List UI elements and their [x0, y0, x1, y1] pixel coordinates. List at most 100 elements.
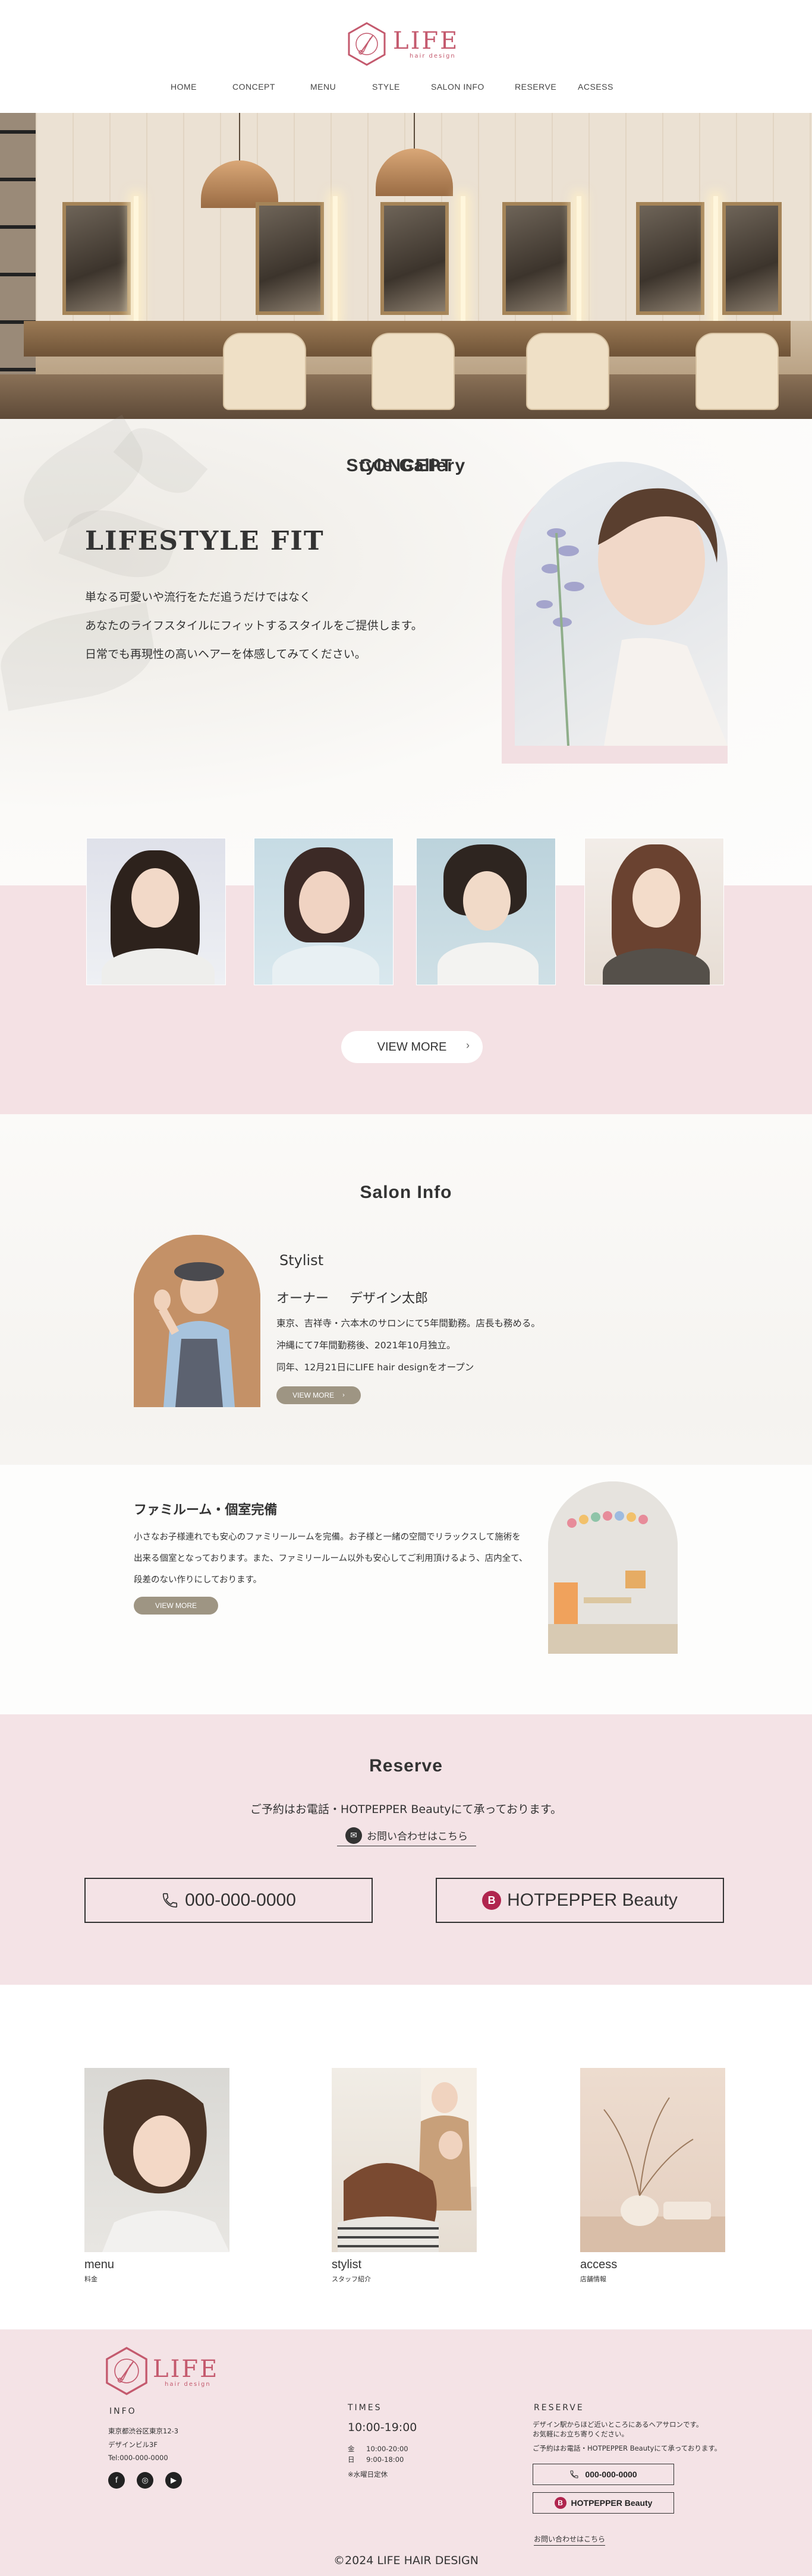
gallery-photo[interactable]: [254, 838, 394, 985]
family-room-photo: [548, 1481, 678, 1654]
salon-mirror: [722, 202, 782, 315]
family-room-line: 出来る個室となっております。また、ファミリールーム以外も安心してご利用頂けるよう…: [134, 1554, 528, 1563]
gallery-photo[interactable]: [86, 838, 226, 985]
menu-card-photo: [84, 2068, 229, 2252]
reserve-heading: Reserve: [369, 1756, 443, 1776]
family-room-view-more-label: VIEW MORE: [155, 1601, 197, 1610]
hero-salon-interior-image: [0, 113, 812, 419]
site-logo[interactable]: LIFE hair design: [347, 21, 459, 67]
footer-hotpepper-button[interactable]: B HOTPEPPER Beauty: [533, 2492, 674, 2514]
phone-icon: [161, 1891, 179, 1909]
gallery-view-more-button[interactable]: VIEW MORE ›: [341, 1031, 483, 1063]
main-nav: HOME CONCEPT MENU STYLE SALON INFO RESER…: [0, 82, 812, 96]
salon-mirror: [502, 202, 571, 315]
gallery-photo[interactable]: [416, 838, 556, 985]
footer-reserve-line: ご予約はお電話・HOTPEPPER Beautyにて承っております。: [533, 2444, 722, 2452]
footer-address-line: Tel:000-000-0000: [108, 2454, 168, 2462]
stylist-bio-line: 東京、吉祥寺・六本木のサロンにて5年間勤務。店長も務める。: [276, 1318, 540, 1329]
site-header: LIFE hair design HOME CONCEPT MENU STYLE…: [0, 0, 812, 113]
salon-mirror: [380, 202, 449, 315]
access-card-sub: 店舗情報: [580, 2275, 606, 2283]
facebook-icon[interactable]: f: [108, 2472, 125, 2489]
salon-info-heading: Salon Info: [360, 1183, 452, 1202]
salon-chair: [372, 333, 455, 410]
concept-model-photo: [515, 462, 728, 746]
hotpepper-icon: B: [554, 2497, 566, 2509]
footer-times-heading: TIMES: [348, 2403, 382, 2413]
stylist-card-sub: スタッフ紹介: [332, 2275, 371, 2283]
salon-chair: [526, 333, 609, 410]
footer-logo-wordmark: LIFE: [153, 2355, 219, 2383]
stylist-card-title: stylist: [332, 2258, 361, 2271]
menu-card[interactable]: menu 料金: [84, 2068, 229, 2284]
footer-reserve-line: お気軽にお立ち寄りください。: [533, 2430, 628, 2438]
family-room-line: 段差のない作りにしております。: [134, 1575, 262, 1585]
footer-contact-link[interactable]: お問い合わせはこちら: [534, 2534, 606, 2546]
logo-tagline: hair design: [410, 52, 456, 59]
concept-title: LIFESTYLE FIT: [85, 526, 325, 556]
nav-reserve[interactable]: RESERVE: [515, 82, 556, 92]
footer-address-line: 東京都渋谷区東京12-3: [108, 2427, 179, 2435]
salon-mirror: [256, 202, 324, 315]
salon-chair: [223, 333, 306, 410]
salon-mirror: [62, 202, 131, 315]
family-room-title: ファミルーム・個室完備: [134, 1503, 278, 1518]
footer-address-line: デザインビル3F: [108, 2441, 158, 2449]
nav-salon-info[interactable]: SALON INFO: [431, 82, 484, 92]
footer-phone-number: 000-000-0000: [585, 2470, 637, 2479]
nav-style[interactable]: STYLE: [372, 82, 400, 92]
stylist-photo: [134, 1235, 260, 1407]
hero-window: [0, 113, 36, 419]
menu-card-sub: 料金: [84, 2275, 97, 2283]
nav-home[interactable]: HOME: [171, 82, 197, 92]
menu-card-title: menu: [84, 2258, 115, 2271]
site-footer: LIFE hair design INFO 東京都渋谷区東京12-3 デザインビ…: [0, 2329, 812, 2576]
footer-phone-button[interactable]: 000-000-0000: [533, 2464, 674, 2485]
logo-hexagon-scissors-icon: [347, 21, 387, 67]
family-room-view-more-button[interactable]: VIEW MORE: [134, 1597, 218, 1615]
footer-info-heading: INFO: [109, 2407, 137, 2416]
stylist-bio-line: 同年、12月21日にLIFE hair designをオープン: [276, 1362, 474, 1373]
gallery-photo[interactable]: [584, 838, 724, 985]
footer-times: 10:00-19:00: [348, 2421, 417, 2434]
stylist-label: Stylist: [279, 1252, 324, 1269]
gallery-heading: Style Gallery: [346, 456, 466, 475]
salon-info-section: Salon Info Stylist オーナー デザイン太郎 東京、吉祥寺・六本…: [0, 1114, 812, 1714]
owner-name: デザイン太郎: [350, 1291, 429, 1306]
style-gallery: VIEW MORE ›: [0, 838, 812, 1114]
nav-access[interactable]: ACSESS: [578, 82, 613, 92]
stylist-bio-line: 沖縄にて7年間勤務後、2021年10月独立。: [276, 1340, 456, 1351]
instagram-icon[interactable]: ◎: [137, 2472, 153, 2489]
reserve-section: Reserve ご予約はお電話・HOTPEPPER Beautyにて承っておりま…: [0, 1714, 812, 1985]
concept-section: CONCEPT LIFESTYLE FIT 単なる可愛いや流行をただ追うだけでは…: [0, 415, 812, 885]
phone-button[interactable]: 000-000-0000: [84, 1878, 373, 1923]
logo-wordmark: LIFE: [393, 27, 459, 55]
link-cards-section: menu 料金 stylist スタッフ紹介 access 店舗情報: [0, 1985, 812, 2329]
chevron-right-icon: ›: [342, 1392, 345, 1399]
stylist-view-more-button[interactable]: VIEW MORE ›: [276, 1386, 361, 1404]
nav-concept[interactable]: CONCEPT: [232, 82, 275, 92]
mail-icon: ✉: [345, 1827, 362, 1844]
chevron-right-icon: ›: [466, 1039, 470, 1051]
family-room-panel: ファミルーム・個室完備 小さなお子様連れでも安心のファミリールームを完備。お子様…: [0, 1465, 812, 1714]
stylist-card[interactable]: stylist スタッフ紹介: [332, 2068, 477, 2284]
copyright: ©2024 LIFE HAIR DESIGN: [333, 2554, 479, 2567]
access-card-title: access: [580, 2258, 618, 2271]
phone-icon: [569, 2470, 579, 2479]
footer-reserve-heading: RESERVE: [534, 2403, 584, 2413]
reserve-note: ご予約はお電話・HOTPEPPER Beautyにて承っております。: [250, 1803, 562, 1816]
hotpepper-icon: B: [482, 1891, 502, 1910]
concept-line: あなたのライフスタイルにフィットするスタイルをご提供します。: [85, 619, 423, 632]
footer-logo-tagline: hair design: [165, 2380, 211, 2388]
access-card[interactable]: access 店舗情報: [580, 2068, 725, 2284]
footer-logo[interactable]: LIFE hair design: [104, 2346, 219, 2398]
footer-hotpepper-label: HOTPEPPER Beauty: [571, 2498, 653, 2508]
hotpepper-button[interactable]: B HOTPEPPER Beauty: [436, 1878, 724, 1923]
nav-menu[interactable]: MENU: [310, 82, 336, 92]
salon-chair: [695, 333, 779, 410]
footer-closed-note: ※水曜日定休: [348, 2470, 388, 2479]
contact-link[interactable]: ✉ お問い合わせはこちら: [337, 1825, 476, 1846]
youtube-icon[interactable]: ▶: [165, 2472, 182, 2489]
contact-link-label: お問い合わせはこちら: [367, 1831, 468, 1843]
logo-hexagon-scissors-icon: [104, 2346, 149, 2398]
